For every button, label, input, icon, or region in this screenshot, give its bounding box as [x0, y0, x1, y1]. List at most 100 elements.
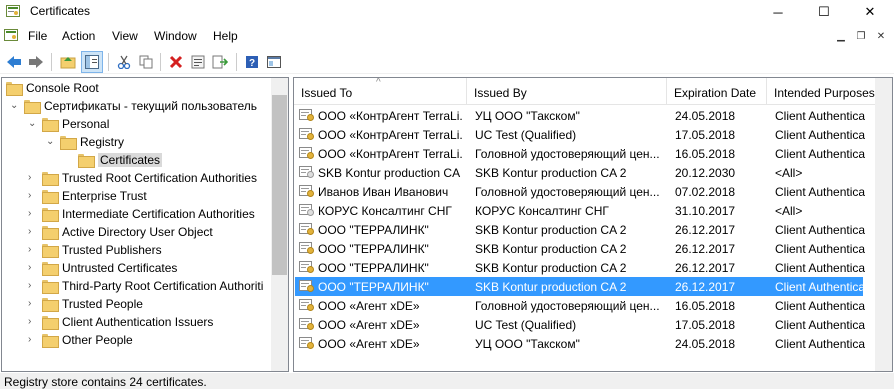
column-issued-to[interactable]: Issued To ^	[294, 78, 467, 105]
cell-purposes: Client Authenticati	[775, 280, 865, 294]
certificate-row[interactable]: ООО «Агент xDE» Головной удостоверяющий ц…	[295, 296, 865, 315]
certificate-row[interactable]: ООО "ТЕРРАЛИНК" SKB Kontur production CA …	[295, 258, 865, 277]
console-tree[interactable]: Console Root ⌄ Сертификаты - текущий польз…	[1, 77, 289, 372]
export-list-icon[interactable]	[209, 51, 231, 73]
folder-icon	[78, 154, 95, 168]
cell-purposes: Client Authenticati	[775, 109, 865, 123]
chevron-right-icon[interactable]: ›	[28, 244, 31, 255]
chevron-down-icon[interactable]: ⌄	[28, 118, 36, 129]
menu-help[interactable]: Help	[213, 29, 238, 43]
tree-node-label: Personal	[62, 117, 110, 131]
mdi-close-button[interactable]: ✕	[873, 28, 889, 44]
delete-icon[interactable]	[165, 51, 187, 73]
tree-node[interactable]: › Third-Party Root Certification Authorit…	[2, 277, 288, 295]
cell-expiration: 24.05.2018	[675, 337, 736, 351]
certificate-row[interactable]: ООО «КонтрАгент TerraLi... Головной удост…	[295, 144, 865, 163]
certificate-row[interactable]: ООО «Агент xDE» УЦ ООО "Такском" 24.05.201…	[295, 334, 865, 353]
chevron-right-icon[interactable]: ›	[28, 172, 31, 183]
cell-issued-to: ООО «Агент xDE»	[318, 318, 420, 332]
certificate-row[interactable]: ООО «КонтрАгент TerraLi... UC Test (Quali…	[295, 125, 865, 144]
tree-node[interactable]: › Trusted Root Certification Authorities	[2, 169, 288, 187]
folder-icon	[42, 118, 59, 132]
tree-scrollbar[interactable]	[271, 78, 288, 371]
cell-issued-to: Иванов Иван Иванович	[318, 185, 449, 199]
tree-node-label: Сертификаты - текущий пользователь	[44, 99, 258, 113]
chevron-right-icon[interactable]: ›	[28, 262, 31, 273]
chevron-right-icon[interactable]: ›	[28, 298, 31, 309]
cell-expiration: 26.12.2017	[675, 280, 736, 294]
tree-node-label: Trusted Publishers	[62, 243, 162, 257]
certificate-row[interactable]: КОРУС Консалтинг СНГ КОРУС Консалтинг СНГ…	[295, 201, 863, 220]
sort-ascending-icon: ^	[376, 78, 381, 88]
cell-purposes: Client Authenticati	[775, 185, 865, 199]
folder-icon	[42, 208, 59, 222]
chevron-right-icon[interactable]: ›	[28, 280, 31, 291]
tree-node-label: Intermediate Certification Authorities	[62, 207, 255, 221]
certificate-list[interactable]: Issued To ^ Issued By Expiration Date Int…	[293, 77, 893, 372]
cell-issued-to: ООО «КонтрАгент TerraLi...	[318, 109, 463, 123]
chevron-right-icon[interactable]: ›	[28, 208, 31, 219]
cut-icon[interactable]	[113, 51, 135, 73]
help-icon[interactable]: ?	[241, 51, 263, 73]
list-scrollbar[interactable]	[875, 78, 892, 371]
tree-node[interactable]: ⌄ Registry	[2, 133, 288, 151]
folder-icon	[42, 262, 59, 276]
maximize-button[interactable]: ☐	[801, 0, 847, 24]
forward-icon[interactable]	[25, 51, 47, 73]
certificate-icon	[299, 165, 315, 179]
mmc-menu-icon[interactable]	[4, 28, 18, 42]
menu-view[interactable]: View	[112, 29, 138, 43]
tree-node[interactable]: ⌄ Сертификаты - текущий пользователь	[2, 97, 288, 115]
tree-node[interactable]: › Client Authentication Issuers	[2, 313, 288, 331]
tree-node[interactable]: › Active Directory User Object	[2, 223, 288, 241]
folder-icon	[42, 226, 59, 240]
properties-icon[interactable]	[187, 51, 209, 73]
certificate-row[interactable]: Иванов Иван Иванович Головной удостоверяю…	[295, 182, 865, 201]
close-button[interactable]: ✕	[847, 0, 893, 24]
tree-node[interactable]: › Enterprise Trust	[2, 187, 288, 205]
certificate-row[interactable]: ООО «КонтрАгент TerraLi... УЦ ООО "Такско…	[295, 106, 865, 125]
copy-icon[interactable]	[135, 51, 157, 73]
tree-node[interactable]: Certificates	[2, 151, 288, 169]
tree-node[interactable]: Console Root	[2, 79, 288, 97]
certificate-row[interactable]: ООО "ТЕРРАЛИНК" SKB Kontur production CA …	[295, 239, 865, 258]
tree-node[interactable]: › Untrusted Certificates	[2, 259, 288, 277]
tree-node[interactable]: ⌄ Personal	[2, 115, 288, 133]
tree-node-label: Other People	[62, 333, 133, 347]
column-issued-by[interactable]: Issued By	[467, 78, 667, 105]
certificate-row[interactable]: SKB Kontur production CA 2 SKB Kontur pro…	[295, 163, 863, 182]
column-expiration-date[interactable]: Expiration Date	[667, 78, 767, 105]
mmc-icon[interactable]	[263, 51, 285, 73]
certificate-row[interactable]: ООО "ТЕРРАЛИНК" SKB Kontur production CA …	[295, 220, 865, 239]
minimize-button[interactable]: ─	[755, 0, 801, 24]
cell-issued-by: УЦ ООО "Такском"	[475, 109, 580, 123]
tree-scrollbar-thumb[interactable]	[272, 95, 287, 275]
column-intended-purposes[interactable]: Intended Purposes	[767, 78, 877, 105]
list-header: Issued To ^ Issued By Expiration Date Int…	[294, 78, 892, 105]
certificate-icon	[299, 298, 315, 312]
back-icon[interactable]	[3, 51, 25, 73]
chevron-right-icon[interactable]: ›	[28, 334, 31, 345]
chevron-right-icon[interactable]: ›	[28, 316, 31, 327]
certificates-app-icon	[6, 5, 20, 17]
menu-action[interactable]: Action	[62, 29, 95, 43]
menu-file[interactable]: File	[28, 29, 47, 43]
up-folder-icon[interactable]	[57, 51, 79, 73]
cell-purposes: <All>	[775, 204, 803, 218]
mdi-restore-button[interactable]: ❐	[853, 28, 869, 44]
tree-node[interactable]: › Trusted Publishers	[2, 241, 288, 259]
chevron-right-icon[interactable]: ›	[28, 226, 31, 237]
tree-node[interactable]: › Intermediate Certification Authorities	[2, 205, 288, 223]
mdi-minimize-button[interactable]: ▁	[833, 28, 849, 44]
certificate-row[interactable]: ООО "ТЕРРАЛИНК" SKB Kontur production CA …	[295, 277, 865, 296]
show-hide-tree-icon[interactable]	[81, 51, 103, 73]
tree-node[interactable]: › Trusted People	[2, 295, 288, 313]
chevron-right-icon[interactable]: ›	[28, 190, 31, 201]
folder-icon	[42, 190, 59, 204]
menu-window[interactable]: Window	[154, 29, 197, 43]
tree-node[interactable]: › Other People	[2, 331, 288, 349]
certificate-row[interactable]: ООО «Агент xDE» UC Test (Qualified) 17.05.…	[295, 315, 865, 334]
chevron-down-icon[interactable]: ⌄	[10, 100, 18, 111]
chevron-down-icon[interactable]: ⌄	[46, 136, 54, 147]
cell-issued-by: Головной удостоверяющий цен...	[475, 299, 660, 313]
